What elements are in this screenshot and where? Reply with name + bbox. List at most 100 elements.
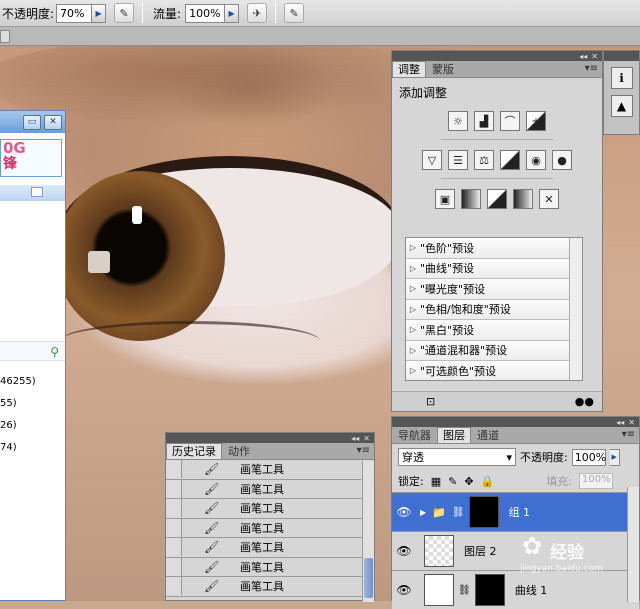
eye-icon[interactable]: 👁 (392, 583, 416, 597)
history-source-checkbox[interactable] (166, 460, 182, 479)
history-item[interactable]: 🖌 画笔工具 (166, 479, 374, 499)
curves-adjustment-icon[interactable] (424, 574, 454, 606)
list-item[interactable]: 26) (0, 415, 65, 437)
flow-input[interactable]: 100% (185, 3, 226, 23)
history-item[interactable]: 🖌 画笔工具 (166, 518, 374, 538)
lock-pixels-icon[interactable]: ✎ (448, 475, 457, 488)
invert-icon[interactable]: ▣ (435, 189, 455, 209)
blend-mode-select[interactable]: 穿透 ▾ (398, 448, 516, 466)
layer-row-group-1[interactable]: 👁 ▶ 📁 ⛓ 组 1 (392, 492, 639, 531)
document-tab[interactable] (0, 30, 10, 43)
preset-channel-mixer[interactable]: ▷ "通道混和器"预设 (406, 340, 582, 361)
photo-filter-icon[interactable]: ◉ (526, 150, 546, 170)
layer-opacity-input[interactable]: 100% (571, 448, 606, 466)
expand-icon[interactable]: ▷ (406, 305, 420, 314)
expand-icon[interactable]: ▷ (406, 346, 420, 355)
panel-grip[interactable]: ◂◂ ✕ (392, 51, 602, 61)
expand-icon[interactable]: ▷ (406, 284, 420, 293)
flow-slider-button[interactable]: ▶ (225, 3, 240, 23)
info-icon[interactable]: ℹ (610, 67, 633, 89)
preset-selective-color[interactable]: ▷ "可选颜色"预设 (406, 361, 582, 380)
history-source-checkbox[interactable] (166, 499, 182, 518)
selective-color-icon[interactable]: ✕ (539, 189, 559, 209)
panel-menu-icon[interactable]: ▾≡ (622, 429, 635, 440)
opacity-slider-button[interactable]: ▶ (92, 3, 107, 23)
tab-adjustments[interactable]: 调整 (392, 61, 426, 77)
eye-icon[interactable]: 👁 (392, 505, 416, 519)
close-panel-icon[interactable]: ✕ (591, 52, 598, 61)
dock-grip[interactable] (604, 51, 639, 61)
lock-all-icon[interactable]: 🔒 (481, 475, 495, 488)
black-white-icon[interactable] (500, 150, 520, 170)
expand-icon[interactable]: ▷ (406, 366, 420, 375)
curves-icon[interactable]: ⌒ (500, 111, 520, 131)
history-source-checkbox[interactable] (166, 577, 182, 596)
gradient-map-icon[interactable] (513, 189, 533, 209)
preset-hue-saturation[interactable]: ▷ "色相/饱和度"预设 (406, 299, 582, 320)
exposure-icon[interactable]: ± (526, 111, 546, 131)
visibility-toggle-icon[interactable]: ●● (575, 395, 594, 408)
scrollbar-thumb[interactable] (364, 558, 373, 598)
layer-thumbnail[interactable] (424, 535, 454, 567)
lock-transparency-icon[interactable]: ▦ (431, 475, 441, 488)
collapse-icon[interactable]: ◂◂ (351, 434, 359, 443)
brightness-contrast-icon[interactable]: ☼ (448, 111, 468, 131)
pressure-size-icon[interactable]: ✎ (284, 3, 305, 23)
tab-masks[interactable]: 蒙版 (426, 61, 460, 77)
expand-icon[interactable]: ▷ (406, 264, 420, 273)
history-item[interactable]: 🖌 画笔工具 (166, 557, 374, 577)
layer-mask-thumbnail[interactable] (468, 496, 499, 528)
eye-icon[interactable]: 👁 (392, 544, 416, 558)
history-item[interactable]: 🖌 画笔工具 (166, 577, 374, 597)
list-item[interactable]: 74) (0, 437, 65, 459)
history-source-checkbox[interactable] (166, 518, 182, 537)
opacity-input[interactable]: 70% (56, 3, 93, 23)
fill-input[interactable]: 100% (579, 473, 613, 489)
clip-to-layer-icon[interactable]: ⊡ (426, 395, 435, 408)
tab-layers[interactable]: 图层 (437, 427, 471, 443)
preset-exposure[interactable]: ▷ "曝光度"预设 (406, 279, 582, 300)
preset-curves[interactable]: ▷ "曲线"预设 (406, 258, 582, 279)
contact-search[interactable]: ⚲ (0, 341, 65, 361)
history-item[interactable]: 🖌 画笔工具 (166, 499, 374, 519)
history-source-checkbox[interactable] (166, 557, 182, 576)
channel-mixer-icon[interactable]: ● (552, 150, 572, 170)
tab-history[interactable]: 历史记录 (166, 443, 222, 459)
tab-actions[interactable]: 动作 (222, 443, 256, 459)
lock-position-icon[interactable]: ✥ (464, 475, 473, 488)
hue-saturation-icon[interactable]: ☰ (448, 150, 468, 170)
history-scrollbar[interactable] (362, 461, 374, 602)
history-item[interactable]: 🖌 画笔工具 (166, 538, 374, 558)
panel-grip[interactable]: ◂◂ ✕ (166, 433, 374, 443)
tab-channels[interactable]: 通道 (471, 427, 505, 443)
ad-banner[interactable]: 0G 锋 (0, 139, 62, 177)
pressure-opacity-icon[interactable]: ✎ (114, 3, 135, 23)
history-item[interactable]: 🖌 画笔工具 (166, 460, 374, 480)
panel-menu-icon[interactable]: ▾≡ (357, 445, 370, 456)
close-panel-icon[interactable]: ✕ (628, 418, 635, 427)
list-item[interactable]: 55) (0, 393, 65, 415)
airbrush-icon[interactable]: ✈ (247, 3, 268, 23)
preset-levels[interactable]: ▷ "色阶"预设 (406, 238, 582, 259)
expand-icon[interactable]: ▷ (406, 243, 420, 252)
histogram-icon[interactable]: ▲ (610, 95, 633, 117)
color-balance-icon[interactable]: ⚖ (474, 150, 494, 170)
close-panel-icon[interactable]: ✕ (363, 434, 370, 443)
panel-grip[interactable]: ◂◂ ✕ (392, 417, 639, 427)
history-source-checkbox[interactable] (166, 479, 182, 498)
close-icon[interactable]: ✕ (44, 114, 62, 130)
list-item[interactable]: 46255) (0, 371, 65, 393)
threshold-icon[interactable] (487, 189, 507, 209)
levels-icon[interactable]: ▟ (474, 111, 494, 131)
search-icon[interactable]: ⚲ (50, 345, 59, 359)
preset-black-white[interactable]: ▷ "黑白"预设 (406, 320, 582, 341)
posterize-icon[interactable] (461, 189, 481, 209)
vibrance-icon[interactable]: ▽ (422, 150, 442, 170)
expand-icon[interactable]: ▷ (406, 325, 420, 334)
presets-scrollbar[interactable] (569, 238, 582, 380)
tab-navigator[interactable]: 导航器 (392, 427, 437, 443)
collapse-icon[interactable]: ◂◂ (616, 418, 624, 427)
maximize-icon[interactable]: ▭ (23, 114, 41, 130)
collapse-icon[interactable]: ◂◂ (579, 52, 587, 61)
expand-group-icon[interactable]: ▶ (420, 508, 426, 517)
